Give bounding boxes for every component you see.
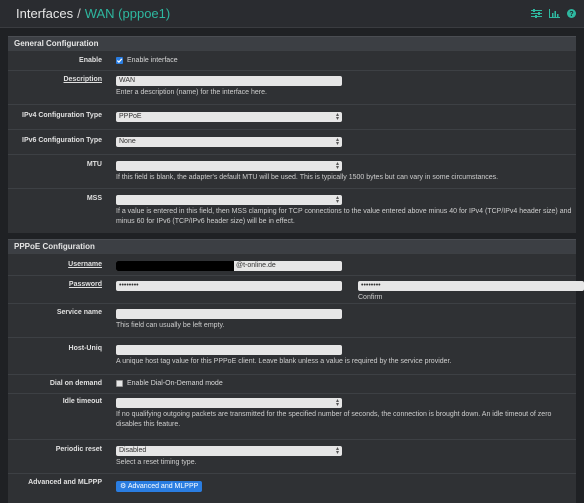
periodic-reset-help: Select a reset timing type.: [116, 459, 197, 466]
ipv4-select[interactable]: PPPoE ▴ ▾: [116, 112, 342, 122]
pppoe-configuration-panel: PPPoE Configuration Username @t-online.d…: [8, 239, 584, 503]
help-icon[interactable]: ?: [567, 9, 576, 18]
periodic-reset-select[interactable]: Disabled ▴ ▾: [116, 446, 342, 456]
mss-help: If a value is entered in this field, the…: [116, 208, 572, 225]
advanced-mlppp-label: Advanced and MLPPP: [28, 479, 102, 486]
password-label[interactable]: Password: [69, 281, 102, 288]
select-arrows-icon: ▴ ▾: [335, 112, 339, 122]
ipv6-label: IPv6 Configuration Type: [22, 137, 102, 144]
select-arrows-icon: ▴ ▾: [335, 446, 339, 456]
select-arrows-icon: ▴ ▾: [335, 137, 339, 147]
password-confirm-input[interactable]: ••••••••: [358, 281, 584, 291]
mss-label: MSS: [86, 195, 102, 202]
row-idle-timeout: Idle timeout ▴ ▾ If no qualifying outgoin…: [8, 393, 576, 439]
ipv6-select[interactable]: None ▴ ▾: [116, 137, 342, 147]
dial-on-demand-label: Dial on demand: [49, 380, 102, 387]
host-uniq-label: Host-Uniq: [68, 345, 102, 352]
username-label[interactable]: Username: [68, 261, 102, 268]
ipv6-selected-value: None: [119, 138, 136, 145]
row-username: Username @t-online.de: [8, 253, 576, 275]
svg-text:?: ?: [569, 11, 573, 18]
service-name-label: Service name: [56, 309, 102, 316]
ipv4-selected-value: PPPoE: [119, 113, 142, 120]
periodic-reset-label: Periodic reset: [55, 446, 102, 453]
idle-timeout-input[interactable]: ▴ ▾: [116, 398, 342, 408]
periodic-reset-selected-value: Disabled: [119, 447, 147, 454]
mtu-input[interactable]: ▴ ▾: [116, 161, 342, 171]
username-suffix: @t-online.de: [236, 262, 276, 269]
idle-timeout-label: Idle timeout: [62, 398, 102, 405]
enable-checkbox-label: Enable interface: [127, 57, 178, 64]
confirm-label: Confirm: [358, 294, 383, 301]
description-help: Enter a description (name) for the inter…: [116, 89, 267, 96]
mtu-label: MTU: [86, 161, 102, 168]
description-input[interactable]: WAN: [116, 76, 342, 86]
breadcrumb: Interfaces / WAN (pppoe1): [16, 6, 170, 21]
dial-on-demand-checkbox-label: Enable Dial-On-Demand mode: [127, 380, 223, 387]
row-mss: MSS ▴ ▾ If a value is entered in this fie…: [8, 188, 576, 233]
idle-timeout-help: If no qualifying outgoing packets are tr…: [116, 411, 552, 428]
service-name-input[interactable]: [116, 309, 342, 319]
panel-title: General Configuration: [8, 36, 576, 50]
description-label[interactable]: Description: [63, 76, 102, 83]
top-bar: Interfaces / WAN (pppoe1) ?: [0, 0, 584, 28]
row-periodic-reset: Periodic reset Disabled ▴ ▾ Select a reset…: [8, 439, 576, 473]
row-ipv4: IPv4 Configuration Type PPPoE ▴ ▾: [8, 104, 576, 129]
panel-title: PPPoE Configuration: [8, 239, 576, 253]
advanced-mlppp-button[interactable]: ⚙ Advanced and MLPPP: [116, 481, 203, 492]
bar-chart-icon[interactable]: [549, 9, 560, 18]
dial-on-demand-checkbox[interactable]: [116, 380, 123, 387]
spinner-arrows-icon[interactable]: ▴ ▾: [336, 161, 339, 171]
row-description: Description WAN Enter a description (nam…: [8, 70, 576, 104]
row-mtu: MTU ▴ ▾ If this field is blank, the adapt…: [8, 154, 576, 188]
service-name-help: This field can usually be left empty.: [116, 322, 225, 329]
row-ipv6: IPv6 Configuration Type None ▴ ▾: [8, 129, 576, 154]
username-input[interactable]: @t-online.de: [116, 261, 342, 271]
host-uniq-help: A unique host tag value for this PPPoE c…: [116, 358, 452, 365]
breadcrumb-separator: /: [77, 6, 81, 21]
ipv4-label: IPv4 Configuration Type: [22, 112, 102, 119]
host-uniq-input[interactable]: [116, 345, 342, 355]
enable-label: Enable: [79, 57, 102, 64]
row-password: Password •••••••• •••••••• Confirm: [8, 275, 584, 303]
enable-checkbox[interactable]: [116, 57, 123, 64]
mss-input[interactable]: ▴ ▾: [116, 195, 342, 205]
spinner-arrows-icon[interactable]: ▴ ▾: [336, 398, 339, 408]
breadcrumb-interfaces[interactable]: Interfaces: [16, 6, 73, 21]
mtu-help: If this field is blank, the adapter's de…: [116, 174, 499, 181]
row-dial-on-demand: Dial on demand Enable Dial-On-Demand mod…: [8, 374, 576, 393]
general-configuration-panel: General Configuration Enable Enable inte…: [8, 36, 576, 233]
password-input[interactable]: ••••••••: [116, 281, 342, 291]
row-service-name: Service name This field can usually be l…: [8, 303, 576, 337]
toolbar: ?: [531, 9, 576, 18]
spinner-arrows-icon[interactable]: ▴ ▾: [336, 195, 339, 205]
advanced-mlppp-button-label: Advanced and MLPPP: [127, 483, 199, 490]
breadcrumb-current: WAN (pppoe1): [84, 6, 171, 21]
row-host-uniq: Host-Uniq A unique host tag value for th…: [8, 337, 576, 374]
settings-sliders-icon[interactable]: [531, 9, 542, 18]
row-enable: Enable Enable interface: [8, 50, 576, 70]
gear-icon: ⚙: [120, 483, 127, 490]
redacted-block: [116, 261, 234, 271]
